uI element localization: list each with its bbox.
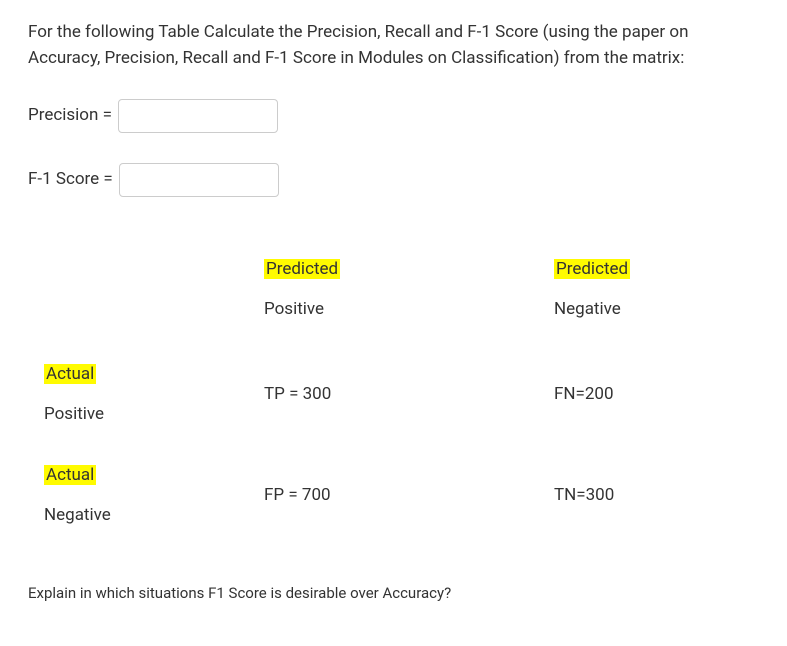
f1-label: F-1 Score = <box>28 167 113 193</box>
col-header-predicted-2: Predicted <box>554 257 754 283</box>
col-header-positive: Positive <box>264 297 554 323</box>
row-header-actual-2: Actual <box>44 463 264 489</box>
col-header-negative: Negative <box>554 297 754 323</box>
precision-row: Precision = <box>28 99 759 133</box>
cell-fn: FN=200 <box>554 384 614 404</box>
row-header-positive: Positive <box>44 402 264 428</box>
cell-fp: FP = 700 <box>264 485 331 505</box>
row-header-negative: Negative <box>44 503 264 529</box>
matrix-row-actual-negative: Actual Negative FP = 700 TN=300 <box>44 463 759 528</box>
f1-input[interactable] <box>119 163 279 197</box>
precision-input[interactable] <box>118 99 278 133</box>
cell-tp: TP = 300 <box>264 384 331 404</box>
matrix-column-headers: Predicted Positive Predicted Negative <box>44 257 759 322</box>
matrix-row-actual-positive: Actual Positive TP = 300 FN=200 <box>44 362 759 427</box>
followup-question: Explain in which situations F1 Score is … <box>28 582 759 605</box>
precision-label: Precision = <box>28 103 112 129</box>
row-header-actual-1: Actual <box>44 362 264 388</box>
cell-tn: TN=300 <box>554 485 614 505</box>
f1-row: F-1 Score = <box>28 163 759 197</box>
question-intro: For the following Table Calculate the Pr… <box>28 20 759 71</box>
confusion-matrix: Predicted Positive Predicted Negative Ac… <box>44 257 759 528</box>
col-header-predicted-1: Predicted <box>264 257 554 283</box>
